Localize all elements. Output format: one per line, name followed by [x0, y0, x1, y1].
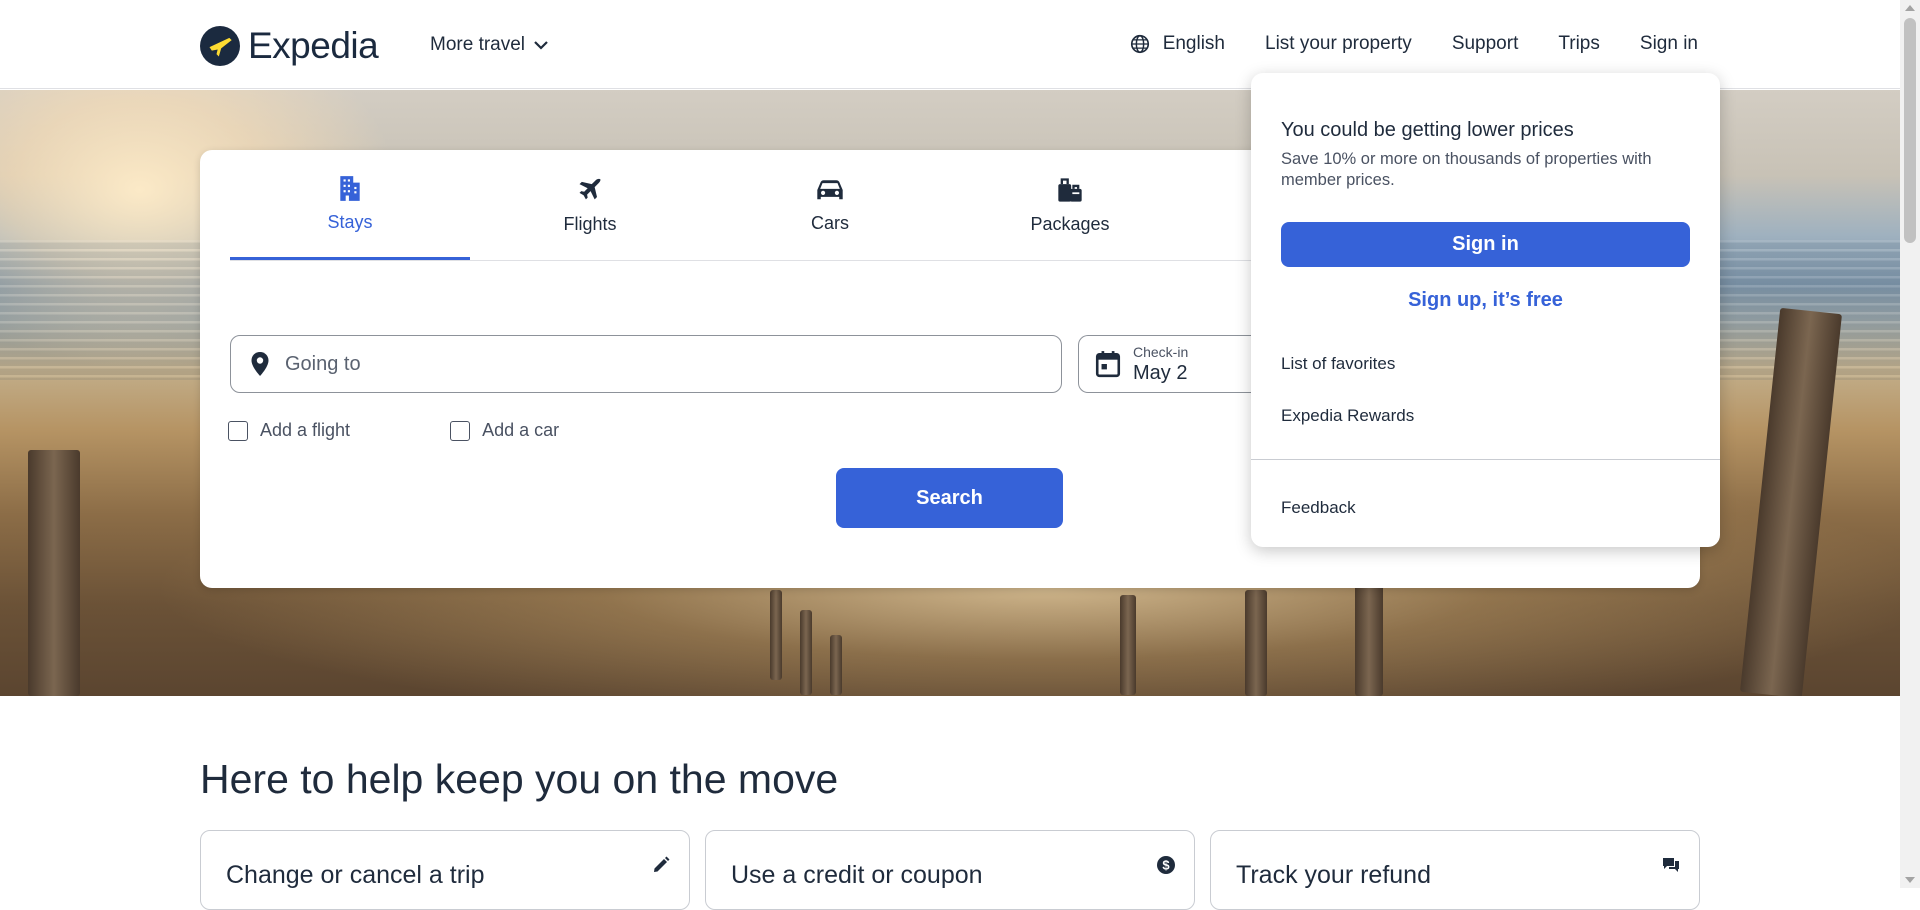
fence-post — [800, 610, 812, 695]
dropdown-title: You could be getting lower prices — [1281, 119, 1574, 141]
svg-text:$: $ — [1162, 858, 1170, 873]
chevron-down-icon — [534, 41, 548, 50]
feedback-link[interactable]: Feedback — [1281, 498, 1356, 518]
tab-stays[interactable]: Stays — [230, 150, 470, 260]
add-car-option[interactable]: Add a car — [450, 420, 559, 441]
dollar-coin-icon: $ — [1157, 856, 1175, 874]
tab-cars[interactable]: Cars — [710, 150, 950, 260]
more-travel-menu[interactable]: More travel — [430, 34, 549, 56]
tab-flights-label: Flights — [563, 213, 617, 234]
track-refund-label: Track your refund — [1236, 861, 1431, 889]
page-scrollbar[interactable] — [1900, 0, 1920, 888]
more-travel-label: More travel — [430, 34, 526, 55]
car-icon — [817, 179, 843, 199]
sign-in-label: Sign in — [1639, 33, 1698, 54]
check-in-value: May 2 — [1133, 361, 1188, 384]
credit-coupon-card[interactable]: Use a credit or coupon $ — [705, 830, 1195, 910]
help-section-title: Here to help keep you on the move — [200, 756, 839, 802]
search-button[interactable]: Search — [836, 468, 1063, 528]
add-car-checkbox[interactable] — [450, 420, 471, 441]
globe-icon — [1130, 34, 1149, 54]
location-pin-icon — [251, 352, 269, 376]
credit-coupon-label: Use a credit or coupon — [731, 861, 983, 889]
fence-post — [1120, 595, 1136, 695]
scroll-thumb[interactable] — [1904, 18, 1916, 243]
check-in-text: Check-in May 2 — [1133, 344, 1188, 385]
scroll-down-arrow[interactable] — [1905, 877, 1915, 883]
add-ons: Add a flight Add a car — [228, 420, 559, 441]
support-label: Support — [1451, 33, 1519, 54]
change-cancel-card[interactable]: Change or cancel a trip — [200, 830, 690, 910]
tab-cars-label: Cars — [810, 212, 849, 233]
fence-post — [770, 590, 782, 680]
fence-post — [1245, 590, 1267, 696]
tab-packages[interactable]: Packages — [950, 150, 1190, 260]
header-nav: English List your property Support Trips… — [1129, 33, 1698, 55]
airplane-icon — [579, 178, 601, 199]
tab-packages-label: Packages — [1030, 213, 1110, 234]
sign-up-link[interactable]: Sign up, it’s free — [1281, 289, 1690, 312]
dropdown-divider — [1251, 459, 1720, 460]
fence-post — [28, 450, 80, 696]
tab-flights[interactable]: Flights — [470, 150, 710, 260]
add-flight-checkbox[interactable] — [228, 420, 248, 441]
favorites-link[interactable]: List of favorites — [1281, 354, 1395, 374]
check-in-label: Check-in — [1133, 343, 1189, 360]
list-property-link[interactable]: List your property — [1265, 33, 1412, 55]
logo-plane-icon — [200, 26, 240, 66]
language-selector[interactable]: English — [1129, 33, 1225, 55]
support-link[interactable]: Support — [1452, 33, 1519, 55]
expedia-logo[interactable]: Expedia — [200, 25, 379, 67]
add-flight-option[interactable]: Add a flight — [228, 420, 350, 441]
language-label: English — [1162, 33, 1226, 54]
logo-text: Expedia — [248, 25, 379, 66]
going-to-field[interactable] — [230, 335, 1062, 393]
change-cancel-label: Change or cancel a trip — [226, 861, 485, 889]
fence-post — [1355, 570, 1383, 696]
add-flight-label: Add a flight — [260, 420, 351, 440]
list-property-label: List your property — [1265, 33, 1412, 54]
luggage-icon — [1058, 177, 1082, 202]
account-dropdown: You could be getting lower prices Save 1… — [1251, 73, 1720, 547]
sign-in-link[interactable]: Sign in — [1640, 33, 1698, 55]
tab-stays-label: Stays — [327, 212, 373, 232]
dropdown-sign-in-button[interactable]: Sign in — [1281, 222, 1690, 267]
pencil-icon — [654, 856, 670, 872]
building-icon — [340, 176, 360, 201]
trips-label: Trips — [1558, 33, 1600, 54]
chat-icon — [1663, 858, 1679, 872]
scroll-up-arrow[interactable] — [1905, 5, 1915, 11]
calendar-icon — [1095, 351, 1121, 378]
dropdown-subtitle: Save 10% or more on thousands of propert… — [1281, 150, 1652, 189]
add-car-label: Add a car — [482, 420, 560, 440]
trips-link[interactable]: Trips — [1558, 33, 1600, 55]
going-to-input[interactable] — [283, 351, 1047, 377]
rewards-link[interactable]: Expedia Rewards — [1281, 406, 1414, 426]
fence-post — [830, 635, 842, 695]
track-refund-card[interactable]: Track your refund — [1210, 830, 1700, 910]
